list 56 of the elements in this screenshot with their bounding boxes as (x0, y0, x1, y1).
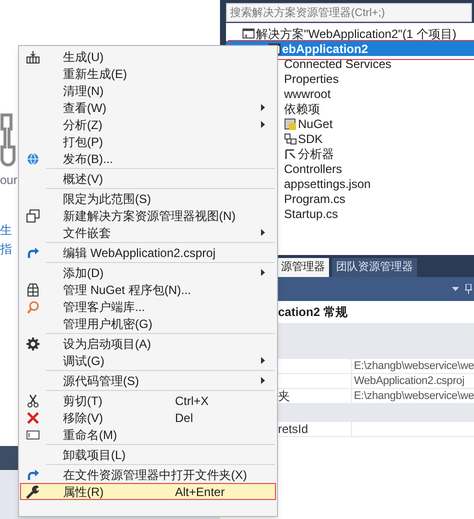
tab[interactable]: 团队资源管理器 (332, 258, 417, 277)
menu-item[interactable]: 管理 NuGet 程序包(N)... (20, 281, 276, 298)
property-label: 夹 (278, 389, 290, 403)
menu-item[interactable]: 文件嵌套 (20, 224, 276, 241)
menu-item[interactable]: 重新生成(E) (20, 65, 276, 82)
properties-title: cation2 常规 (277, 304, 348, 321)
shortcut: Alt+Enter (175, 484, 226, 500)
pin-icon[interactable] (465, 284, 472, 294)
build-icon (26, 50, 40, 64)
menu-item[interactable]: 添加(D) (20, 264, 276, 281)
menu-item[interactable]: 概述(V) (20, 170, 276, 187)
property-value: E:\zhangb\webservice\we (354, 390, 474, 402)
menu-item[interactable]: 在文件资源管理器中打开文件夹(X) (20, 466, 276, 483)
property-value: E:\zhangb\webservice\we (354, 360, 474, 372)
settings-icon (26, 336, 40, 350)
label: our (0, 172, 18, 188)
search-field[interactable]: 搜索解决方案资源管理器(Ctrl+;) (226, 3, 472, 22)
globe-icon (26, 152, 40, 166)
menu-item[interactable]: 剪切(T) Ctrl+X (20, 392, 276, 409)
rename-icon (26, 428, 40, 442)
link[interactable]: 指 (0, 241, 12, 257)
menu-item[interactable]: 属性(R) Alt+Enter (20, 483, 276, 500)
redo-arrow-icon (26, 468, 40, 482)
menu-item[interactable]: 管理用户机密(G) (20, 315, 276, 332)
tab[interactable]: 源管理器 (277, 258, 329, 277)
library-icon (26, 300, 40, 314)
dropdown-icon[interactable] (452, 287, 459, 291)
property-label: retsId (278, 422, 308, 436)
menu-item[interactable]: 设为启动项目(A) (20, 335, 276, 352)
property-value: WebApplication2.csproj (354, 375, 464, 387)
menu-item[interactable]: 源代码管理(S) (20, 372, 276, 389)
scissors-icon (26, 394, 40, 408)
windows-icon (26, 208, 40, 222)
link[interactable]: 生 (0, 222, 12, 238)
wrench-icon (26, 484, 40, 498)
close-icon (26, 410, 40, 424)
tool-icon (0, 113, 16, 167)
window-icon (242, 28, 255, 40)
diagram-icon (284, 132, 297, 144)
menu-item[interactable]: 限定为此范围(S) (20, 190, 276, 207)
shortcut: Del (175, 410, 194, 426)
shortcut: Ctrl+X (175, 392, 210, 410)
menu-item[interactable]: 调试(G) (20, 352, 276, 369)
menu-item[interactable]: 重命名(M) (20, 426, 276, 443)
menu-item[interactable]: 查看(W) (20, 99, 276, 116)
menu-item[interactable]: 编辑 WebApplication2.csproj (20, 244, 276, 261)
menu-item[interactable]: 卸载项目(L) (20, 446, 276, 463)
menu-item[interactable]: 新建解决方案资源管理器视图(N) (20, 207, 276, 224)
bracket-icon (284, 148, 297, 160)
menu-item[interactable]: 移除(V) Del (20, 409, 276, 426)
tree-item[interactable]: 解决方案"WebApplication2"(1 个项目) (226, 26, 474, 41)
redo-arrow-icon (26, 246, 40, 260)
package-icon (284, 118, 297, 130)
menu-item[interactable]: 清理(N) (20, 82, 276, 99)
menu-item[interactable]: 管理客户端库... (20, 298, 276, 315)
package-icon (26, 282, 40, 296)
